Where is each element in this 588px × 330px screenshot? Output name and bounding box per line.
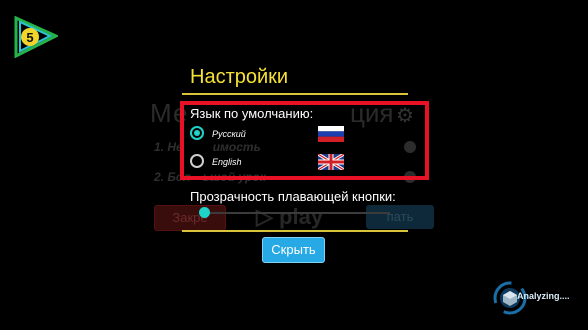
language-highlight-box (180, 101, 429, 180)
analyzing-label: Analyzing.... (517, 291, 570, 301)
dialog-divider-top (182, 93, 408, 95)
dialog-divider-bottom (182, 230, 408, 232)
opacity-slider-track[interactable] (204, 212, 390, 214)
opacity-slider-thumb[interactable] (199, 207, 210, 218)
hide-button[interactable]: Скрыть (262, 237, 325, 263)
dialog-title: Настройки (190, 66, 289, 88)
button-opacity-label: Прозрачность плавающей кнопки: (190, 189, 396, 204)
